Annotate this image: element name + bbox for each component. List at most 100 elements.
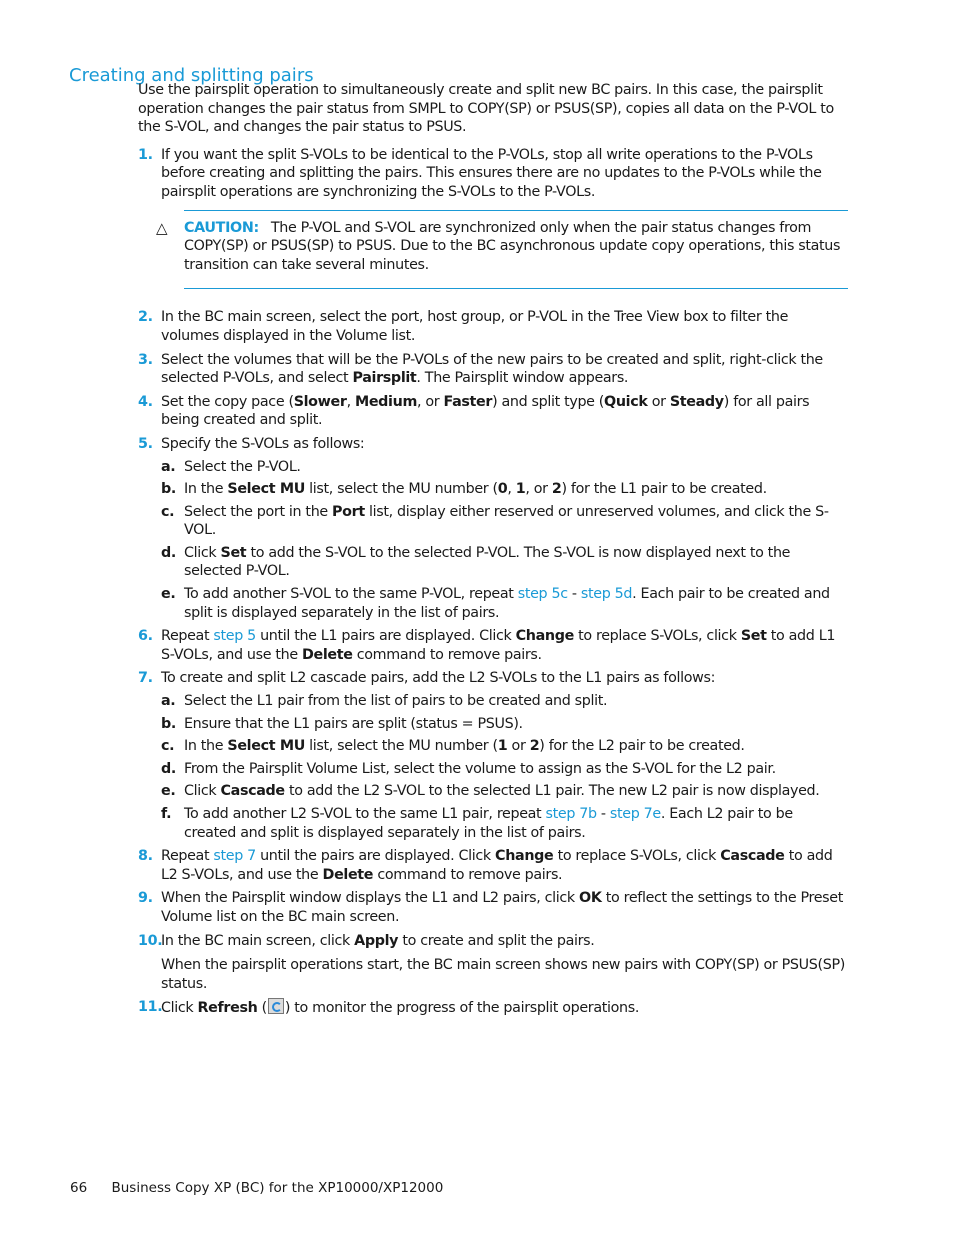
text: Repeat xyxy=(161,848,214,865)
step-number: 1. xyxy=(138,146,153,163)
link-step-5d[interactable]: step 5d xyxy=(581,586,633,602)
link-step-7b[interactable]: step 7b xyxy=(546,806,598,822)
step-1: 1. If you want the split S-VOLs to be id… xyxy=(138,146,848,202)
ui-term: Set xyxy=(220,544,247,561)
ui-term: Select MU xyxy=(227,738,305,755)
refresh-icon xyxy=(267,998,284,1015)
link-step-5c[interactable]: step 5c xyxy=(518,586,568,602)
text: ) and split type ( xyxy=(492,393,605,410)
ui-term: Change xyxy=(515,628,575,645)
step-number: 3. xyxy=(138,351,153,368)
text: command to remove pairs. xyxy=(352,646,542,663)
link-step-5[interactable]: step 5 xyxy=(213,628,256,644)
ui-term: Slower xyxy=(293,393,347,410)
substep-letter: e. xyxy=(161,586,176,603)
ui-term: Change xyxy=(495,848,554,865)
substep-letter: d. xyxy=(161,544,176,561)
step-7: 7. To create and split L2 cascade pairs,… xyxy=(138,669,848,842)
text: to create and split the pairs. xyxy=(398,932,595,949)
document-body: Use the pairsplit operation to simultane… xyxy=(138,81,848,1023)
text: Click xyxy=(161,1000,198,1017)
step-number: 6. xyxy=(138,628,153,645)
ui-term: Select MU xyxy=(227,481,305,498)
substep-5c: c. Select the port in the Port list, disp… xyxy=(161,503,848,540)
ui-term: Cascade xyxy=(720,848,785,865)
ui-term: Pairsplit xyxy=(352,370,417,387)
substep-letter: f. xyxy=(161,806,172,822)
ui-term: 1 xyxy=(515,481,526,498)
footer-title: Business Copy XP (BC) for the XP10000/XP… xyxy=(111,1180,444,1196)
ui-term: Delete xyxy=(322,866,374,883)
text: ( xyxy=(257,1000,268,1017)
ui-term: Apply xyxy=(354,932,399,949)
substep-5e: e. To add another S-VOL to the same P-VOL… xyxy=(161,585,848,622)
step-10-followup: When the pairsplit operations start, the… xyxy=(161,957,845,992)
text: until the pairs are displayed. Click xyxy=(255,848,496,865)
step-11: 11. Click Refresh () to monitor the prog… xyxy=(138,998,848,1018)
text: , or xyxy=(417,393,444,410)
text: list, select the MU number ( xyxy=(304,481,498,498)
substep-text: Select the P-VOL. xyxy=(184,458,301,475)
substep-5d: d. Click Set to add the S-VOL to the sele… xyxy=(161,544,848,581)
text: - xyxy=(596,806,610,822)
step-text: Click Refresh () to monitor the progress… xyxy=(161,998,639,1017)
substep-7e: e. Click Cascade to add the L2 S-VOL to t… xyxy=(161,782,848,801)
step-number: 4. xyxy=(138,393,153,410)
substep-letter: a. xyxy=(161,458,176,475)
page-number: 66 xyxy=(70,1180,88,1196)
text: or xyxy=(507,738,530,755)
step-text: When the Pairsplit window displays the L… xyxy=(161,890,843,925)
step-3: 3. Select the volumes that will be the P… xyxy=(138,351,848,388)
text: When the Pairsplit window displays the L… xyxy=(161,890,580,907)
step-number: 11. xyxy=(138,999,163,1016)
step-number: 7. xyxy=(138,670,153,687)
link-step-7e[interactable]: step 7e xyxy=(610,806,661,822)
step-5: 5. Specify the S-VOLs as follows: a. Sele… xyxy=(138,435,848,622)
ui-term: Medium xyxy=(354,393,417,410)
step-4: 4. Set the copy pace (Slower, Medium, or… xyxy=(138,393,848,430)
step-text: Set the copy pace (Slower, Medium, or Fa… xyxy=(161,393,810,429)
ui-term: Cascade xyxy=(220,783,286,800)
substep-7a: a. Select the L1 pair from the list of pa… xyxy=(161,692,848,711)
step-10: 10. In the BC main screen, click Apply t… xyxy=(138,932,848,994)
ui-term: Port xyxy=(332,503,365,520)
step-number: 2. xyxy=(138,309,153,326)
text: ) for the L1 pair to be created. xyxy=(561,481,767,498)
substep-7d: d. From the Pairsplit Volume List, select… xyxy=(161,760,848,779)
ui-term: Faster xyxy=(443,393,493,410)
text: Set the copy pace ( xyxy=(161,393,294,410)
step-9: 9. When the Pairsplit window displays th… xyxy=(138,889,848,926)
text: - xyxy=(567,586,581,603)
caution-box: △ CAUTION: The P-VOL and S-VOL are synchr… xyxy=(156,209,848,290)
text: to add the L2 S-VOL to the selected L1 p… xyxy=(284,783,820,800)
text: command to remove pairs. xyxy=(373,866,563,883)
text: until the L1 pairs are displayed. Click xyxy=(255,628,516,645)
text: In the BC main screen, click xyxy=(161,932,355,949)
text: to add the S-VOL to the selected P-VOL. … xyxy=(184,544,791,580)
text: Repeat xyxy=(161,628,214,645)
text: , xyxy=(507,481,516,498)
substep-letter: c. xyxy=(161,738,175,755)
substep-5b: b. In the Select MU list, select the MU n… xyxy=(161,480,848,499)
text: Click xyxy=(184,783,221,800)
text: Click xyxy=(184,544,221,561)
text: list, select the MU number ( xyxy=(304,738,498,755)
step-text: Select the volumes that will be the P-VO… xyxy=(161,352,823,387)
substep-letter: a. xyxy=(161,693,176,710)
page-footer: 66 Business Copy XP (BC) for the XP10000… xyxy=(70,1180,443,1196)
text: or xyxy=(647,393,670,410)
step-number: 5. xyxy=(138,435,153,452)
step-text: In the BC main screen, select the port, … xyxy=(161,309,789,344)
caution-label: CAUTION: xyxy=(184,219,259,236)
substep-letter: e. xyxy=(161,783,176,800)
step-text: Repeat step 5 until the L1 pairs are dis… xyxy=(161,628,835,663)
step-text: In the BC main screen, click Apply to cr… xyxy=(161,932,595,949)
step-text: If you want the split S-VOLs to be ident… xyxy=(161,146,822,200)
step-text: To create and split L2 cascade pairs, ad… xyxy=(161,670,716,687)
ui-term: Quick xyxy=(604,393,648,410)
text: to replace S-VOLs, click xyxy=(573,628,741,645)
text: , or xyxy=(525,481,552,498)
substep-text: From the Pairsplit Volume List, select t… xyxy=(184,760,776,777)
link-step-7[interactable]: step 7 xyxy=(213,848,256,864)
step-number: 10. xyxy=(138,932,163,949)
